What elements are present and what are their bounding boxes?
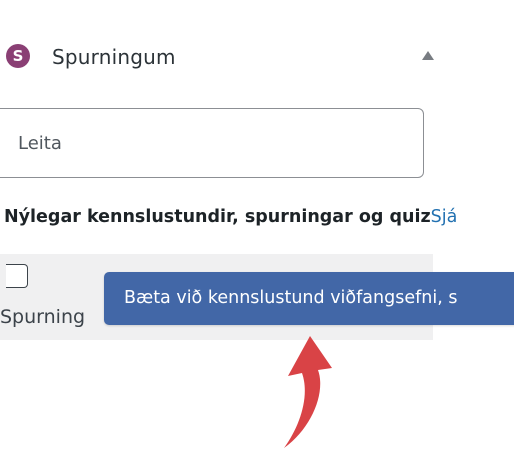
quiz-panel: S Spurningum Nýlegar kennslustundir, spu… xyxy=(0,0,514,463)
panel-header: S Spurningum xyxy=(0,36,450,76)
recent-heading: Nýlegar kennslustundir, spurningar og qu… xyxy=(4,207,431,227)
panel-title: Spurningum xyxy=(52,45,176,69)
result-item-label: Spurning xyxy=(0,306,86,328)
tooltip: Bæta við kennslustund viðfangsefni, s xyxy=(104,272,514,325)
app-logo-icon: S xyxy=(6,44,30,68)
triangle-up-icon xyxy=(422,50,434,60)
tooltip-text: Bæta við kennslustund viðfangsefni, s xyxy=(124,288,458,308)
collapse-button[interactable] xyxy=(415,42,441,68)
view-all-link[interactable]: Sjá xyxy=(431,207,458,227)
recent-heading-row: Nýlegar kennslustundir, spurningar og qu… xyxy=(4,206,457,228)
search-input[interactable] xyxy=(0,108,424,178)
result-checkbox[interactable] xyxy=(6,264,28,288)
red-curved-arrow-icon xyxy=(284,336,332,448)
app-logo-letter: S xyxy=(12,46,24,65)
